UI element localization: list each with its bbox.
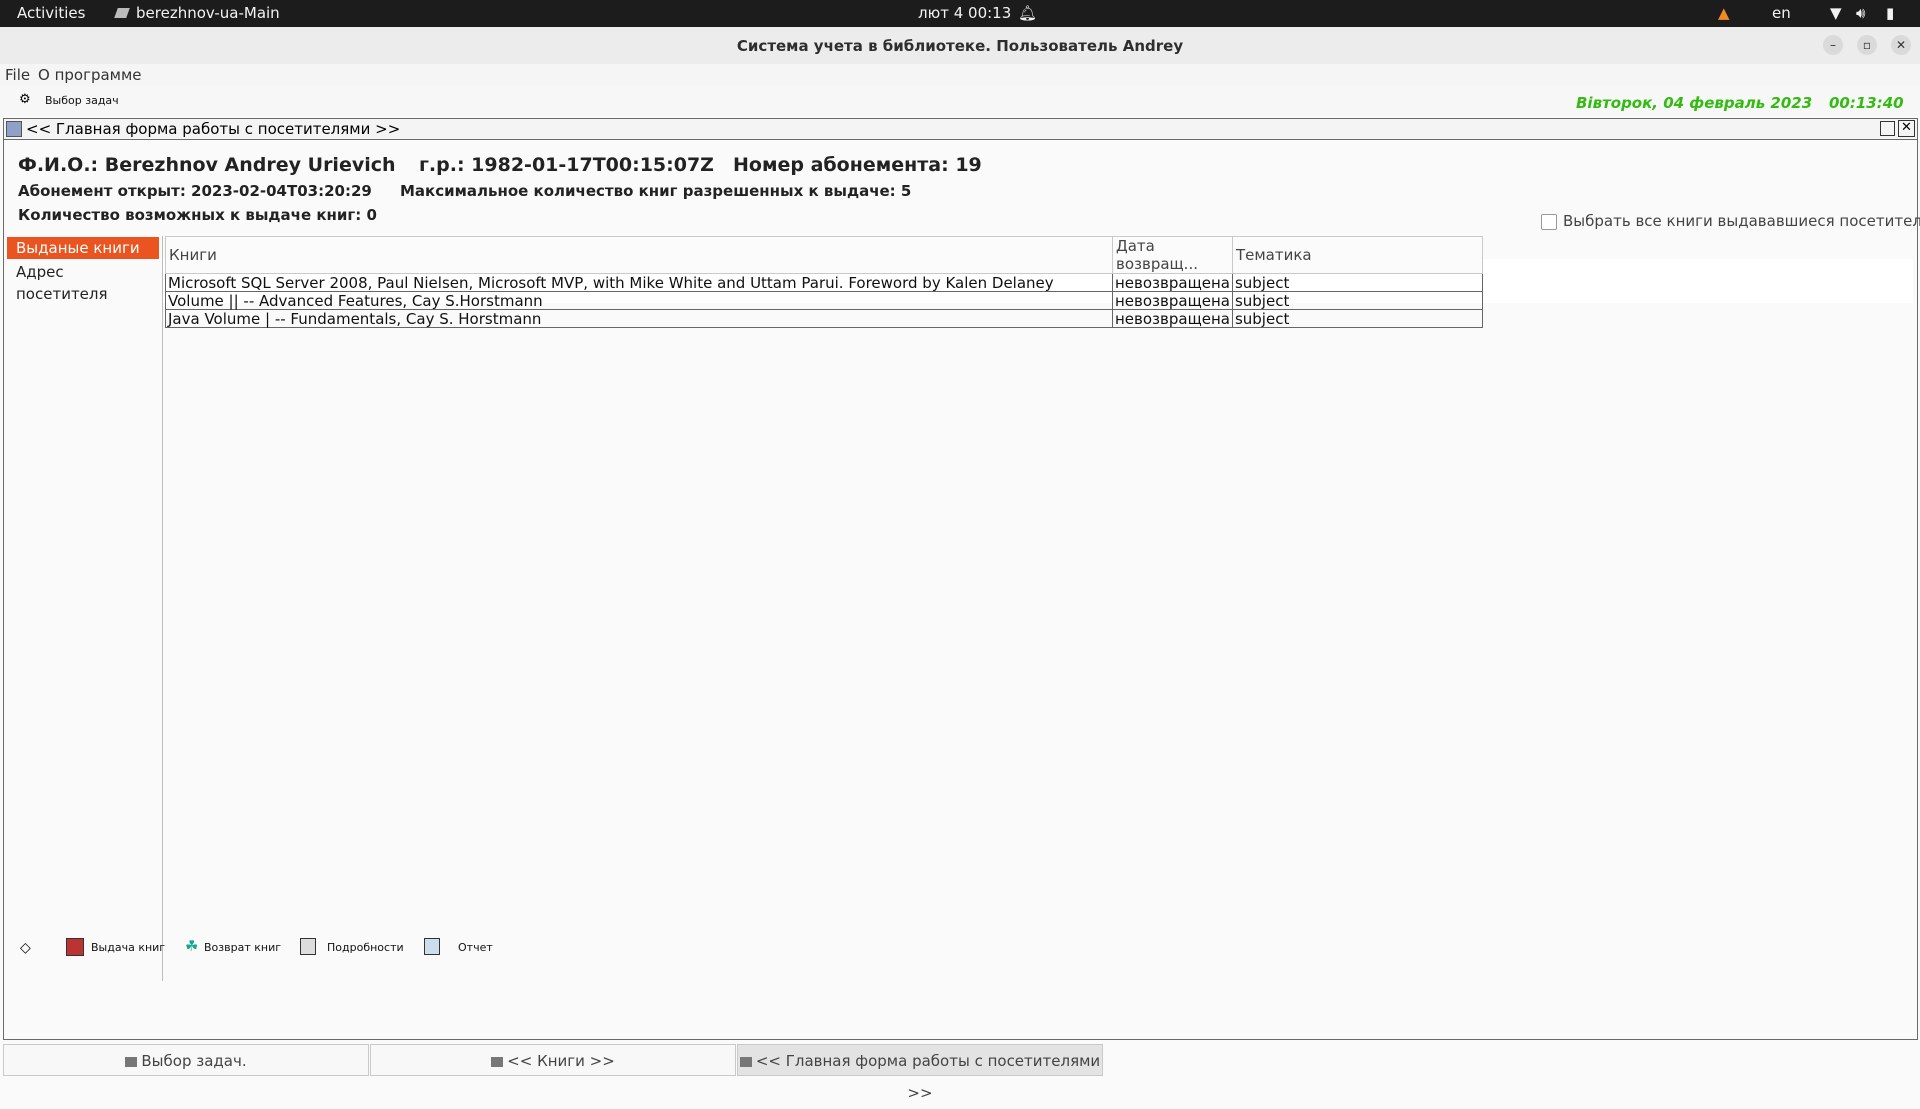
toolbar: ⚙ Выбор задач Вівторок, 04 февраль 2023 … bbox=[0, 86, 1920, 116]
app-name: berezhnov-ua-Main bbox=[136, 4, 280, 22]
app-icon bbox=[114, 8, 130, 18]
cell-subject[interactable]: subject bbox=[1231, 309, 1483, 328]
form-titlebar: << Главная форма работы с посетителями >… bbox=[4, 119, 1917, 140]
maximize-button[interactable]: ▫ bbox=[1857, 35, 1877, 55]
select-all-checkbox[interactable] bbox=[1541, 214, 1557, 230]
visitor-dob: г.р.: 1982-01-17T00:15:07Z bbox=[419, 154, 714, 176]
app-menu[interactable]: berezhnov-ua-Main bbox=[114, 4, 280, 22]
cell-book[interactable]: Microsoft SQL Server 2008, Paul Nielsen,… bbox=[165, 273, 1113, 292]
wifi-icon[interactable]: ▼ bbox=[1830, 4, 1842, 22]
return-books-button[interactable]: Возврат книг bbox=[204, 941, 281, 954]
table-row[interactable]: Java Volume | -- Fundamentals, Cay S. Ho… bbox=[165, 309, 1483, 328]
report-icon bbox=[424, 938, 440, 955]
column-header-subject[interactable]: Тематика bbox=[1231, 236, 1483, 274]
card-number: Номер абонемента: 19 bbox=[733, 154, 982, 176]
diamond-icon[interactable]: ◇ bbox=[20, 940, 31, 956]
window-tab-label: << Книги >> bbox=[507, 1052, 615, 1070]
current-time: 00:13:40 bbox=[1829, 94, 1904, 112]
cell-return-date[interactable]: невозвращена bbox=[1112, 309, 1233, 328]
window-tab-label: << Главная форма работы с посетителями >… bbox=[755, 1052, 1101, 1102]
close-button[interactable]: ✕ bbox=[1891, 35, 1911, 55]
clock[interactable]: лют 4 00:13 bbox=[918, 4, 1011, 22]
details-icon bbox=[300, 938, 316, 955]
book-icon bbox=[125, 1056, 138, 1067]
cell-return-date[interactable]: невозвращена bbox=[1112, 291, 1233, 310]
language-indicator[interactable]: en bbox=[1772, 4, 1791, 22]
form-title: << Главная форма работы с посетителями >… bbox=[26, 120, 401, 138]
select-all-label: Выбрать все книги выдававшиеся посетител… bbox=[1563, 212, 1920, 230]
system-top-bar: Activities berezhnov-ua-Main лют 4 00:13… bbox=[0, 0, 1920, 27]
form-icon bbox=[6, 121, 22, 137]
window-tab-books[interactable]: << Книги >> bbox=[370, 1044, 736, 1076]
available-books: Количество возможных к выдаче книг: 0 bbox=[18, 206, 377, 224]
report-button[interactable]: Отчет bbox=[458, 941, 493, 954]
activities-button[interactable]: Activities bbox=[17, 4, 85, 22]
return-books-icon: ☘ bbox=[185, 937, 199, 955]
volume-icon[interactable]: 🔊︎ bbox=[1856, 4, 1865, 22]
battery-icon[interactable]: ▮ bbox=[1886, 4, 1894, 22]
cell-book[interactable]: Java Volume | -- Fundamentals, Cay S. Ho… bbox=[165, 309, 1113, 328]
details-button[interactable]: Подробности bbox=[327, 941, 404, 954]
issue-books-icon bbox=[66, 938, 84, 956]
max-books: Максимальное количество книг разрешенных… bbox=[400, 182, 912, 200]
window-tab-task-select[interactable]: Выбор задач. bbox=[3, 1044, 369, 1076]
menu-about[interactable]: О программе bbox=[38, 66, 142, 84]
cell-subject[interactable]: subject bbox=[1231, 291, 1483, 310]
issued-books-table: Книги Дата возвращ... Тематика Microsoft… bbox=[165, 236, 1483, 328]
window-title: Система учета в библиотеке. Пользователь… bbox=[736, 37, 1184, 55]
column-header-books[interactable]: Книги bbox=[165, 236, 1113, 274]
cell-return-date[interactable]: невозвращена bbox=[1112, 273, 1233, 292]
notification-bell-icon[interactable]: 🔔︎ bbox=[1018, 4, 1037, 22]
gear-icon[interactable]: ⚙ bbox=[19, 92, 31, 107]
book-icon bbox=[491, 1056, 504, 1067]
task-select-button[interactable]: Выбор задач bbox=[45, 94, 119, 107]
side-item-issued-books[interactable]: Выданые книги bbox=[7, 237, 159, 259]
form-maximize-icon[interactable] bbox=[1880, 121, 1895, 136]
side-item-visitor-address[interactable]: Адрес посетителя bbox=[7, 261, 159, 303]
window-tab-visitor-form[interactable]: << Главная форма работы с посетителями >… bbox=[737, 1044, 1103, 1102]
card-opened: Абонемент открыт: 2023-02-04T03:20:29 bbox=[18, 182, 372, 200]
cell-subject[interactable]: subject bbox=[1231, 273, 1483, 292]
table-header-row: Книги Дата возвращ... Тематика bbox=[165, 236, 1483, 274]
issue-books-button[interactable]: Выдача книг bbox=[91, 941, 165, 954]
table-row[interactable]: Volume || -- Advanced Features, Cay S.Ho… bbox=[165, 291, 1483, 310]
visitor-fio: Ф.И.О.: Berezhnov Andrey Urievich bbox=[18, 154, 396, 176]
vlc-tray-icon[interactable]: ▲ bbox=[1718, 4, 1730, 22]
table-area bbox=[162, 236, 1913, 981]
column-header-return-date[interactable]: Дата возвращ... bbox=[1112, 236, 1233, 274]
menu-file[interactable]: File bbox=[5, 66, 30, 84]
window-titlebar: Система учета в библиотеке. Пользователь… bbox=[0, 27, 1920, 65]
form-close-icon[interactable]: ✕ bbox=[1898, 120, 1915, 137]
book-icon bbox=[739, 1056, 752, 1067]
menubar: File О программе bbox=[0, 64, 1920, 86]
window-tab-label: Выбор задач. bbox=[141, 1052, 247, 1070]
table-row[interactable]: Microsoft SQL Server 2008, Paul Nielsen,… bbox=[165, 273, 1483, 292]
cell-book[interactable]: Volume || -- Advanced Features, Cay S.Ho… bbox=[165, 291, 1113, 310]
current-date: Вівторок, 04 февраль 2023 bbox=[1576, 94, 1813, 112]
minimize-button[interactable]: – bbox=[1823, 35, 1843, 55]
